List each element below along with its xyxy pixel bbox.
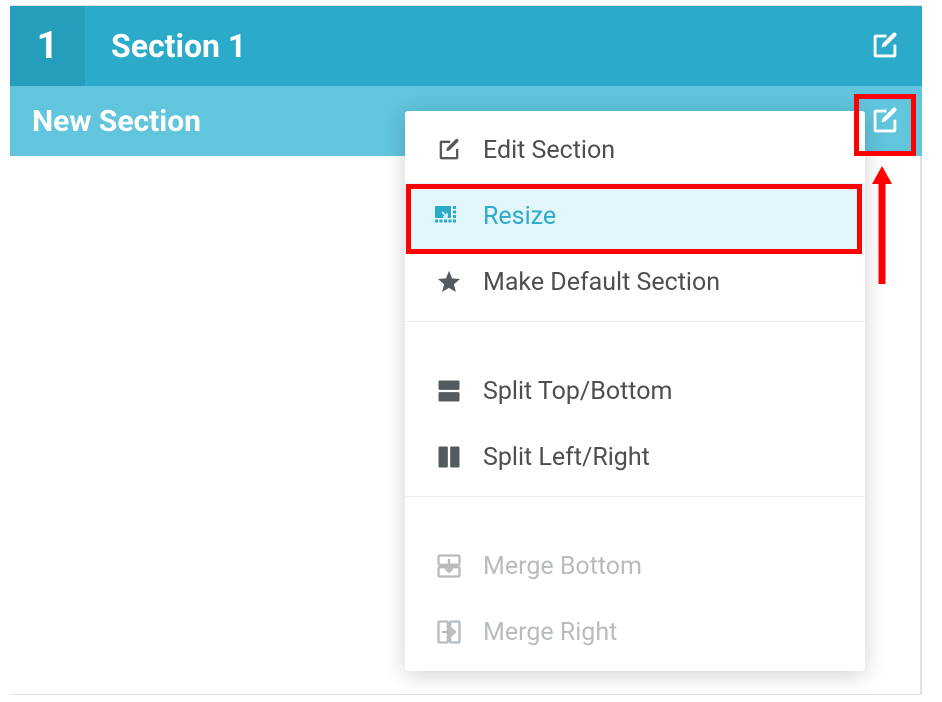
- edit-icon: [868, 29, 902, 63]
- star-icon: [433, 266, 465, 298]
- menu-item-merge-right[interactable]: Merge Right: [405, 599, 865, 665]
- resize-icon: [433, 200, 465, 232]
- menu-item-resize[interactable]: Resize: [405, 183, 865, 249]
- section-context-menu: Edit Section Resize: [405, 111, 865, 671]
- merge-bottom-icon: [433, 550, 465, 582]
- subsection-title: New Section: [32, 104, 201, 139]
- menu-item-edit-section[interactable]: Edit Section: [405, 117, 865, 183]
- menu-item-label: Merge Right: [483, 618, 617, 647]
- split-horizontal-icon: [433, 375, 465, 407]
- edit-section-header-button[interactable]: [866, 27, 904, 65]
- menu-divider: [405, 496, 865, 497]
- section-number-box: 1: [10, 6, 85, 86]
- menu-item-split-left-right[interactable]: Split Left/Right: [405, 424, 865, 490]
- section-editor-pane: 1 Section 1 New Section: [10, 5, 922, 695]
- menu-item-label: Merge Bottom: [483, 552, 642, 581]
- edit-icon: [433, 134, 465, 166]
- section-number: 1: [37, 24, 59, 68]
- menu-item-label: Split Top/Bottom: [483, 377, 672, 406]
- menu-item-label: Split Left/Right: [483, 443, 650, 472]
- edit-icon: [868, 104, 902, 138]
- merge-right-icon: [433, 616, 465, 648]
- menu-divider: [405, 321, 865, 322]
- menu-spacer: [405, 328, 865, 358]
- menu-item-merge-bottom[interactable]: Merge Bottom: [405, 533, 865, 599]
- menu-item-label: Edit Section: [483, 136, 615, 165]
- section-header: 1 Section 1: [10, 6, 922, 86]
- menu-item-make-default[interactable]: Make Default Section: [405, 249, 865, 315]
- menu-spacer: [405, 503, 865, 533]
- menu-item-label: Make Default Section: [483, 268, 720, 297]
- section-title: Section 1: [111, 27, 246, 65]
- split-vertical-icon: [433, 441, 465, 473]
- menu-item-label: Resize: [483, 202, 556, 231]
- menu-item-split-top-bottom[interactable]: Split Top/Bottom: [405, 358, 865, 424]
- edit-subsection-button[interactable]: [866, 102, 904, 140]
